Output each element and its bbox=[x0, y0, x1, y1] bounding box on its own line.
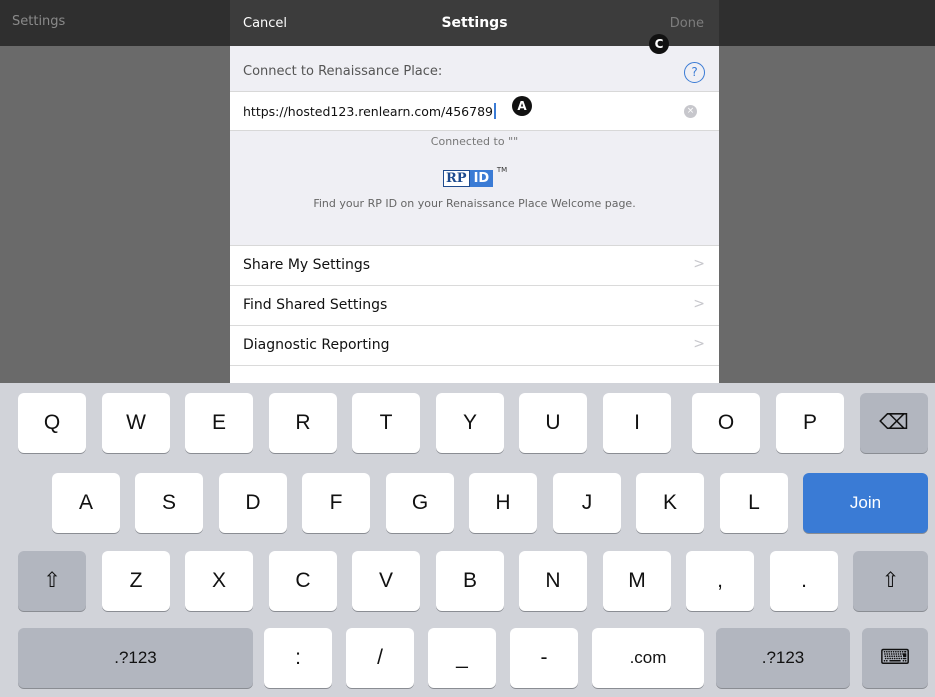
rpid-logo-tm: TM bbox=[496, 166, 508, 174]
list-item-diagnostic-reporting[interactable]: Diagnostic Reporting > bbox=[230, 326, 719, 366]
help-icon[interactable]: ? bbox=[684, 62, 705, 83]
connection-status: Connected to "" bbox=[430, 135, 519, 148]
shift-left-icon[interactable]: ⇧ bbox=[18, 551, 86, 611]
key-l[interactable]: L bbox=[720, 473, 788, 533]
key-t[interactable]: T bbox=[352, 393, 420, 453]
rpid-logo-rp: RP bbox=[443, 170, 470, 187]
key-s[interactable]: S bbox=[135, 473, 203, 533]
settings-list: Share My Settings > Find Shared Settings… bbox=[230, 245, 719, 383]
background-title: Settings bbox=[12, 14, 66, 29]
sheet-title: Settings bbox=[441, 15, 508, 31]
callout-c: C bbox=[649, 34, 669, 54]
key-colon[interactable]: : bbox=[264, 628, 332, 688]
rp-url-field[interactable]: https://hosted123.renlearn.com/456789 × bbox=[230, 91, 719, 131]
key-q[interactable]: Q bbox=[18, 393, 86, 453]
list-item-label: Find Shared Settings bbox=[243, 297, 388, 313]
key-j[interactable]: J bbox=[553, 473, 621, 533]
key-p[interactable]: P bbox=[776, 393, 844, 453]
key-i[interactable]: I bbox=[603, 393, 671, 453]
list-item-partially-hidden bbox=[230, 366, 719, 383]
key-k[interactable]: K bbox=[636, 473, 704, 533]
key-v[interactable]: V bbox=[352, 551, 420, 611]
key-underscore[interactable]: _ bbox=[428, 628, 496, 688]
key-e[interactable]: E bbox=[185, 393, 253, 453]
key-a[interactable]: A bbox=[52, 473, 120, 533]
list-item-find-shared-settings[interactable]: Find Shared Settings > bbox=[230, 286, 719, 326]
join-button[interactable]: Join bbox=[803, 473, 928, 533]
text-caret bbox=[494, 103, 496, 119]
key-z[interactable]: Z bbox=[102, 551, 170, 611]
key-m[interactable]: M bbox=[603, 551, 671, 611]
key-o[interactable]: O bbox=[692, 393, 760, 453]
key-dash[interactable]: - bbox=[510, 628, 578, 688]
key-u[interactable]: U bbox=[519, 393, 587, 453]
key-comma[interactable]: , bbox=[686, 551, 754, 611]
key-y[interactable]: Y bbox=[436, 393, 504, 453]
callout-a: A bbox=[512, 96, 532, 116]
chevron-right-icon: > bbox=[693, 256, 705, 272]
numbers-left-key[interactable]: .?123 bbox=[18, 628, 253, 688]
key-dotcom[interactable]: .com bbox=[592, 628, 704, 688]
key-w[interactable]: W bbox=[102, 393, 170, 453]
key-x[interactable]: X bbox=[185, 551, 253, 611]
sheet-nav-bar: Cancel Settings Done bbox=[230, 0, 719, 46]
on-screen-keyboard: Q W E R T Y U I O P ⌫ A S D F G H J K L … bbox=[0, 383, 935, 697]
list-item-label: Share My Settings bbox=[243, 257, 371, 273]
key-g[interactable]: G bbox=[386, 473, 454, 533]
key-b[interactable]: B bbox=[436, 551, 504, 611]
rp-url-value[interactable]: https://hosted123.renlearn.com/456789 bbox=[243, 103, 496, 119]
key-r[interactable]: R bbox=[269, 393, 337, 453]
key-d[interactable]: D bbox=[219, 473, 287, 533]
key-h[interactable]: H bbox=[469, 473, 537, 533]
list-item-label: Diagnostic Reporting bbox=[243, 337, 390, 353]
key-c[interactable]: C bbox=[269, 551, 337, 611]
delete-icon[interactable]: ⌫ bbox=[860, 393, 928, 453]
settings-sheet: Cancel Settings Done Connect to Renaissa… bbox=[230, 0, 719, 383]
chevron-right-icon: > bbox=[693, 336, 705, 352]
chevron-right-icon: > bbox=[693, 296, 705, 312]
hide-keyboard-icon[interactable]: ⌨ bbox=[862, 628, 928, 688]
list-item-share-my-settings[interactable]: Share My Settings > bbox=[230, 246, 719, 286]
connect-section-header: Connect to Renaissance Place: bbox=[243, 64, 443, 79]
key-f[interactable]: F bbox=[302, 473, 370, 533]
rpid-logo: RP ID TM bbox=[443, 166, 507, 188]
done-button[interactable]: Done bbox=[670, 16, 704, 31]
key-slash[interactable]: / bbox=[346, 628, 414, 688]
rpid-logo-id: ID bbox=[469, 170, 494, 187]
numbers-right-key[interactable]: .?123 bbox=[716, 628, 850, 688]
key-period[interactable]: . bbox=[770, 551, 838, 611]
find-rpid-hint: Find your RP ID on your Renaissance Plac… bbox=[313, 197, 636, 210]
key-n[interactable]: N bbox=[519, 551, 587, 611]
shift-right-icon[interactable]: ⇧ bbox=[853, 551, 928, 611]
clear-text-icon[interactable]: × bbox=[684, 105, 697, 118]
